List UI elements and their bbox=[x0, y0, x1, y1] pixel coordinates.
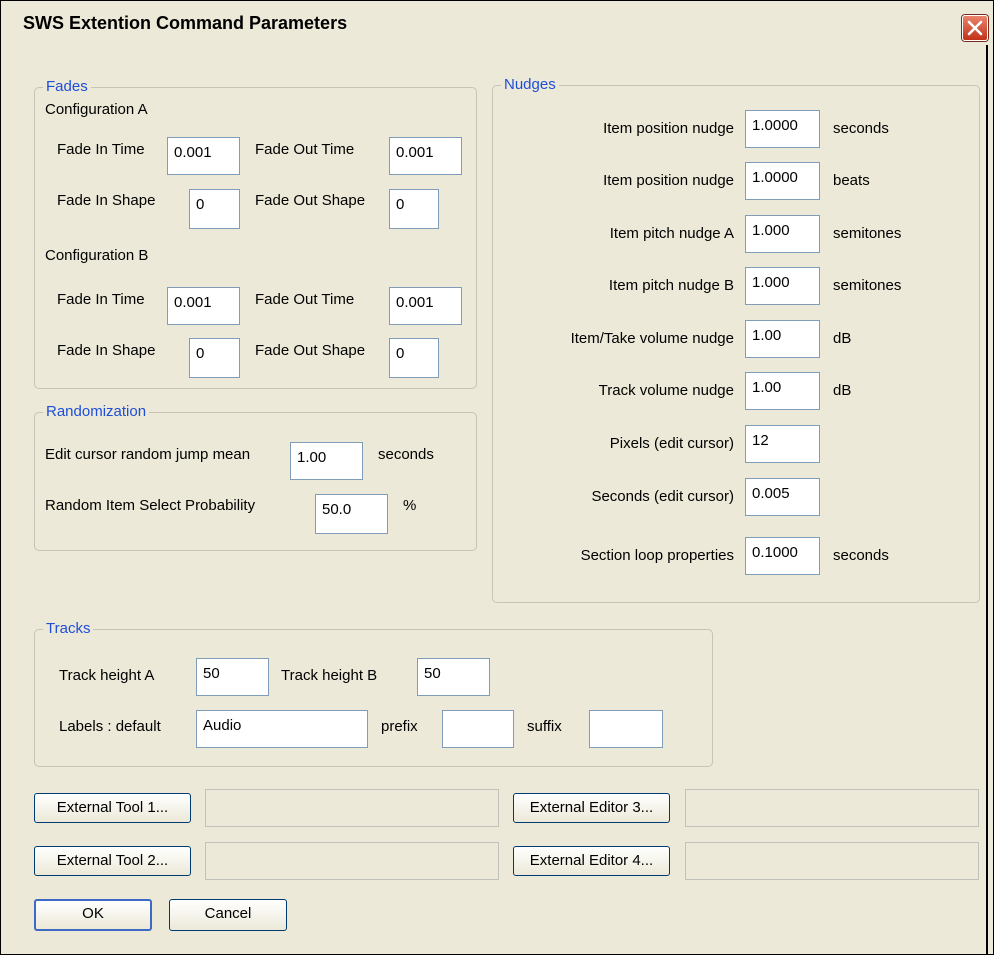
nudge-label: Item position nudge bbox=[603, 120, 734, 137]
fade-out-shape-label-a: Fade Out Shape bbox=[255, 192, 366, 209]
fade-in-time-label-a: Fade In Time bbox=[57, 141, 145, 158]
fade-out-time-input-b[interactable]: 0.001 bbox=[389, 287, 462, 325]
nudge-input[interactable]: 1.0000 bbox=[745, 162, 820, 200]
probability-label: Random Item Select Probability bbox=[45, 497, 256, 514]
nudge-input[interactable]: 1.0000 bbox=[745, 110, 820, 148]
window-edge bbox=[986, 45, 988, 954]
dialog-window: SWS Extention Command Parameters Fades C… bbox=[0, 0, 994, 955]
probability-input[interactable]: 50.0 bbox=[315, 494, 388, 534]
external-tool-2-button[interactable]: External Tool 2... bbox=[34, 846, 191, 876]
nudges-legend: Nudges bbox=[501, 76, 559, 94]
jump-mean-unit: seconds bbox=[378, 446, 434, 463]
nudge-unit: seconds bbox=[833, 547, 889, 564]
external-editor-4-path bbox=[685, 842, 979, 880]
cancel-button[interactable]: Cancel bbox=[169, 899, 287, 931]
external-tool-2-path bbox=[205, 842, 499, 880]
external-editor-3-button[interactable]: External Editor 3... bbox=[513, 793, 670, 823]
nudge-unit: semitones bbox=[833, 277, 902, 294]
prefix-input[interactable] bbox=[442, 710, 514, 748]
fade-in-time-input-a[interactable]: 0.001 bbox=[167, 137, 240, 175]
fade-out-shape-input-a[interactable]: 0 bbox=[389, 189, 439, 229]
fade-in-shape-input-a[interactable]: 0 bbox=[189, 189, 240, 229]
external-tool-1-button[interactable]: External Tool 1... bbox=[34, 793, 191, 823]
nudge-label: Pixels (edit cursor) bbox=[609, 435, 734, 452]
nudge-input[interactable]: 1.00 bbox=[745, 372, 820, 410]
labels-default-input[interactable]: Audio bbox=[196, 710, 368, 748]
config-a-label: Configuration A bbox=[45, 101, 148, 118]
ok-button[interactable]: OK bbox=[34, 899, 152, 931]
nudge-label: Item pitch nudge B bbox=[608, 277, 734, 294]
fade-in-shape-label-a: Fade In Shape bbox=[57, 192, 156, 209]
suffix-label: suffix bbox=[527, 718, 562, 735]
title-bar: SWS Extention Command Parameters bbox=[1, 1, 993, 45]
nudge-input[interactable]: 1.000 bbox=[745, 215, 820, 253]
nudge-label: Track volume nudge bbox=[598, 382, 734, 399]
suffix-input[interactable] bbox=[589, 710, 663, 748]
jump-mean-input[interactable]: 1.00 bbox=[290, 442, 363, 480]
tracks-legend: Tracks bbox=[43, 620, 94, 638]
nudge-label: Item position nudge bbox=[603, 172, 734, 189]
external-editor-4-button[interactable]: External Editor 4... bbox=[513, 846, 670, 876]
probability-unit: % bbox=[403, 497, 417, 514]
nudge-unit: seconds bbox=[833, 120, 889, 137]
nudge-label: Section loop properties bbox=[580, 547, 734, 564]
nudge-input[interactable]: 12 bbox=[745, 425, 820, 463]
close-button[interactable] bbox=[962, 15, 988, 41]
close-icon bbox=[967, 20, 983, 36]
jump-mean-label: Edit cursor random jump mean bbox=[45, 446, 251, 463]
fade-out-shape-label-b: Fade Out Shape bbox=[255, 342, 366, 359]
track-height-b-input[interactable]: 50 bbox=[417, 658, 490, 696]
nudge-input[interactable]: 0.005 bbox=[745, 478, 820, 516]
randomization-group: Randomization bbox=[34, 403, 477, 551]
nudge-unit: semitones bbox=[833, 225, 902, 242]
fades-legend: Fades bbox=[43, 78, 91, 96]
nudge-label: Item/Take volume nudge bbox=[570, 330, 734, 347]
fade-in-shape-label-b: Fade In Shape bbox=[57, 342, 156, 359]
fade-in-time-input-b[interactable]: 0.001 bbox=[167, 287, 240, 325]
window-title: SWS Extention Command Parameters bbox=[23, 13, 348, 33]
fade-out-shape-input-b[interactable]: 0 bbox=[389, 338, 439, 378]
prefix-label: prefix bbox=[381, 718, 418, 735]
nudge-input[interactable]: 0.1000 bbox=[745, 537, 820, 575]
nudge-unit: dB bbox=[833, 382, 852, 399]
nudge-input[interactable]: 1.00 bbox=[745, 320, 820, 358]
fade-out-time-input-a[interactable]: 0.001 bbox=[389, 137, 462, 175]
nudge-label: Seconds (edit cursor) bbox=[591, 488, 734, 505]
fade-in-shape-input-b[interactable]: 0 bbox=[189, 338, 240, 378]
track-height-a-input[interactable]: 50 bbox=[196, 658, 269, 696]
fade-out-time-label-b: Fade Out Time bbox=[255, 291, 355, 308]
fade-out-time-label-a: Fade Out Time bbox=[255, 141, 355, 158]
config-b-label: Configuration B bbox=[45, 247, 149, 264]
track-height-b-label: Track height B bbox=[281, 667, 378, 684]
track-height-a-label: Track height A bbox=[59, 667, 155, 684]
nudge-input[interactable]: 1.000 bbox=[745, 267, 820, 305]
external-tool-1-path bbox=[205, 789, 499, 827]
nudge-unit: dB bbox=[833, 330, 852, 347]
nudge-label: Item pitch nudge A bbox=[609, 225, 734, 242]
nudge-unit: beats bbox=[833, 172, 870, 189]
fade-in-time-label-b: Fade In Time bbox=[57, 291, 145, 308]
external-editor-3-path bbox=[685, 789, 979, 827]
labels-default-label: Labels : default bbox=[59, 718, 161, 735]
randomization-legend: Randomization bbox=[43, 403, 150, 421]
